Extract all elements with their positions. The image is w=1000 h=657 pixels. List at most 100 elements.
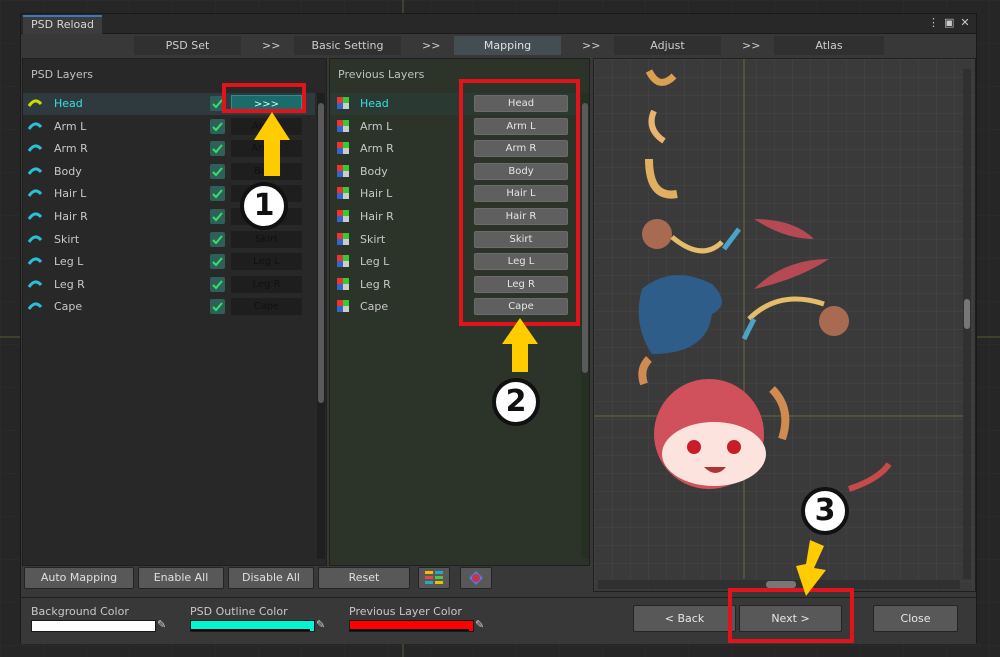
layer-stack-icon (337, 187, 349, 200)
layer-enable-checkbox[interactable] (210, 141, 225, 157)
layer-thumbnail-icon (27, 212, 43, 220)
previous-layer-name: Arm R (360, 142, 394, 156)
layer-thumbnail-icon (27, 302, 43, 311)
layer-thumbnail-icon (27, 167, 43, 175)
more-vert-icon[interactable]: ⋮ (928, 16, 939, 29)
eyedropper-icon[interactable]: ✎ (316, 618, 330, 632)
previous-layer-name: Arm L (360, 119, 393, 133)
layer-stack-icon (337, 255, 349, 268)
layer-thumbnail-icon (27, 280, 43, 288)
checkmark-icon (212, 234, 223, 245)
wizard-steps: PSD Set >> Basic Setting >> Mapping >> A… (21, 34, 976, 58)
sprite-preview-canvas[interactable] (593, 58, 976, 592)
layer-stack-icon (337, 119, 349, 132)
psd-layer-name: Cape (54, 300, 83, 314)
layer-list-icon[interactable] (418, 567, 450, 589)
layer-thumbnail-icon (27, 235, 43, 243)
shapes-icon[interactable] (460, 567, 492, 589)
background-color-field[interactable] (31, 620, 156, 632)
step-adjust[interactable]: Adjust (614, 36, 721, 55)
layer-enable-checkbox[interactable] (210, 254, 225, 270)
psd-layer-name: Leg L (54, 255, 84, 269)
scrollbar-thumb[interactable] (582, 103, 588, 373)
enable-all-button[interactable]: Enable All (138, 567, 224, 589)
back-button[interactable]: < Back (633, 605, 736, 632)
psd-layer-row[interactable]: Leg R Leg R (23, 274, 315, 296)
background-color-label: Background Color (31, 605, 129, 618)
layer-enable-checkbox[interactable] (210, 276, 225, 292)
psd-layer-name: Hair L (54, 187, 87, 201)
checkmark-icon (212, 280, 223, 290)
layer-mapping-button[interactable]: Leg L (231, 253, 302, 271)
disable-all-button[interactable]: Disable All (228, 567, 314, 589)
step-atlas[interactable]: Atlas (774, 36, 884, 55)
auto-mapping-button[interactable]: Auto Mapping (24, 567, 134, 589)
layer-mapping-button[interactable]: Skirt (231, 230, 302, 248)
step-separator: >> (742, 39, 761, 52)
checkmark-icon (212, 257, 223, 267)
previous-layer-name: Leg R (360, 277, 391, 291)
checkmark-icon (212, 121, 223, 132)
title-bar: PSD Reload ⋮ ▣ ✕ (21, 14, 976, 34)
layer-mapping-button[interactable]: Cape (231, 298, 302, 316)
step-separator: >> (262, 39, 281, 52)
close-button[interactable]: Close (873, 605, 958, 632)
previous-layer-name: Hair R (360, 210, 394, 223)
psd-layer-name: Skirt (54, 232, 80, 246)
psd-layer-name: Arm R (54, 142, 88, 156)
layer-enable-checkbox[interactable] (210, 186, 225, 202)
psd-outline-color-field[interactable] (190, 620, 315, 632)
window-tab-title[interactable]: PSD Reload (23, 15, 103, 34)
psd-layer-row[interactable]: Skirt Skirt (23, 229, 315, 251)
step-separator: >> (422, 39, 441, 52)
previous-layer-name: Cape (360, 300, 389, 314)
previous-layer-name: Hair L (360, 187, 393, 201)
layer-enable-checkbox[interactable] (210, 163, 225, 179)
previous-layer-name: Leg L (360, 255, 390, 269)
maximize-icon[interactable]: ▣ (944, 16, 954, 29)
layer-stack-icon (337, 210, 349, 222)
annotation-number-3: 3 (801, 487, 849, 535)
psd-layers-header: PSD Layers (31, 68, 93, 81)
annotation-highlight-1 (222, 83, 306, 113)
annotation-number-1: 1 (240, 182, 288, 230)
annotation-arrow-down-icon (796, 540, 826, 596)
psd-layer-name: Hair R (54, 210, 88, 223)
eyedropper-icon[interactable]: ✎ (157, 618, 171, 632)
psd-outline-color-label: PSD Outline Color (190, 605, 288, 618)
layer-enable-checkbox[interactable] (210, 209, 225, 224)
checkmark-icon (212, 302, 223, 312)
scrollbar-thumb[interactable] (318, 103, 324, 403)
layer-thumbnail-icon (27, 122, 43, 130)
reset-button[interactable]: Reset (318, 567, 410, 589)
layer-thumbnail-icon (27, 189, 43, 198)
annotation-number-2: 2 (492, 378, 540, 426)
layer-enable-checkbox[interactable] (210, 231, 225, 247)
eyedropper-icon[interactable]: ✎ (475, 618, 489, 632)
layer-enable-checkbox[interactable] (210, 299, 225, 315)
previous-layers-header: Previous Layers (338, 68, 425, 81)
scrollbar-thumb[interactable] (964, 299, 970, 329)
layer-stack-icon (337, 277, 349, 290)
checkmark-icon (212, 144, 223, 154)
psd-layer-name: Leg R (54, 277, 85, 291)
psd-layers-scrollbar[interactable] (317, 93, 325, 559)
previous-layer-name: Body (360, 164, 388, 178)
layer-mapping-button[interactable]: Leg R (231, 275, 302, 293)
previous-layers-scrollbar[interactable] (581, 93, 589, 559)
layer-stack-icon (337, 300, 349, 313)
close-icon[interactable]: ✕ (960, 16, 970, 29)
preview-artwork (594, 59, 975, 591)
psd-layer-row[interactable]: Leg L Leg L (23, 251, 315, 273)
layer-thumbnail-icon (27, 257, 43, 266)
step-mapping[interactable]: Mapping (454, 36, 561, 55)
psd-layer-name: Head (54, 97, 83, 110)
previous-layer-color-field[interactable] (349, 620, 474, 632)
step-psd-set[interactable]: PSD Set (134, 36, 241, 55)
step-basic-setting[interactable]: Basic Setting (294, 36, 401, 55)
layer-enable-checkbox[interactable] (210, 118, 225, 134)
annotation-arrow-up-icon (254, 112, 290, 176)
layer-stack-icon (337, 97, 349, 109)
preview-vscroll[interactable] (963, 69, 971, 579)
psd-layer-row[interactable]: Cape Cape (23, 296, 315, 318)
